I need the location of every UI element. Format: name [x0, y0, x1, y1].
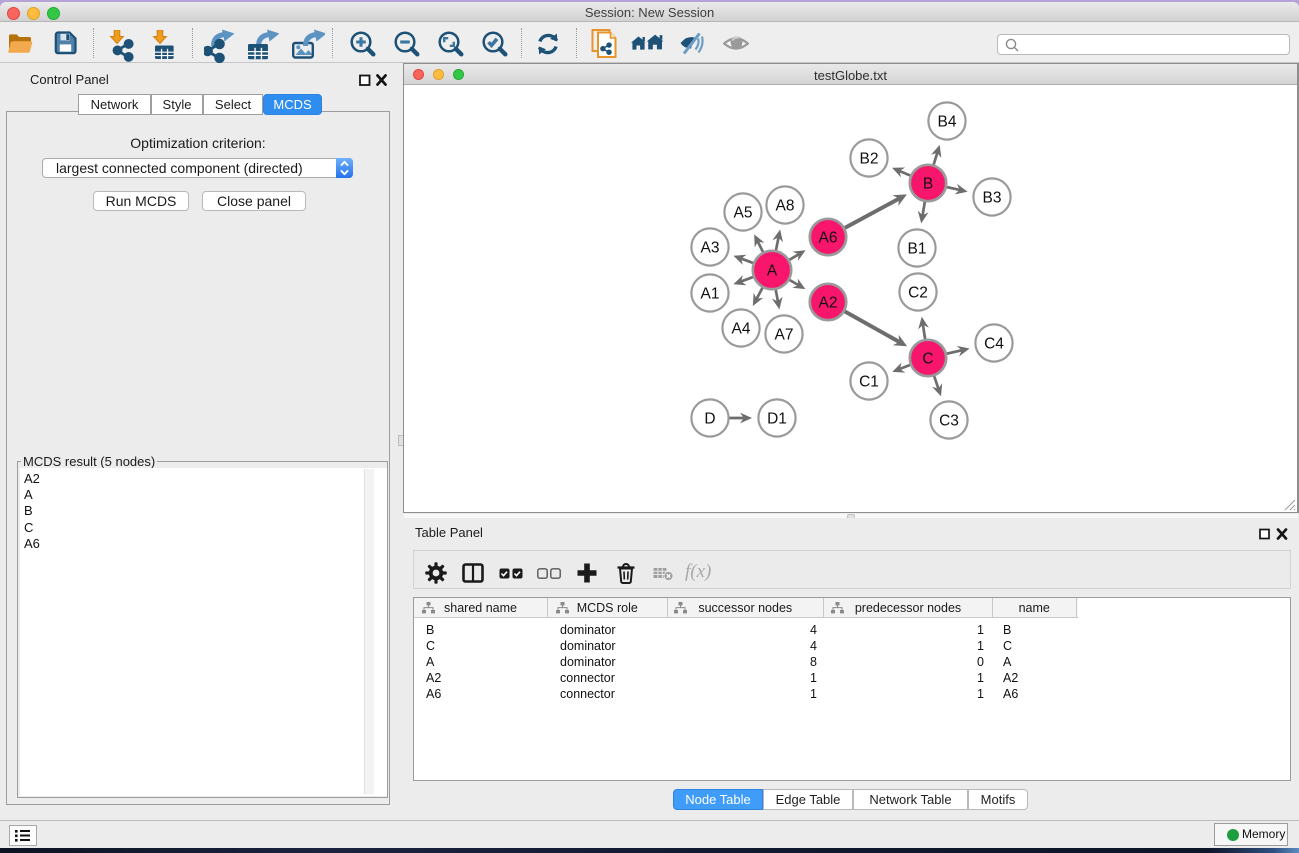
svg-text:B1: B1 [908, 241, 927, 258]
svg-text:A3: A3 [701, 240, 720, 257]
svg-text:B: B [923, 176, 933, 193]
svg-text:C1: C1 [859, 374, 879, 391]
svg-text:B2: B2 [860, 151, 879, 168]
svg-text:D: D [704, 411, 715, 428]
svg-text:A5: A5 [734, 205, 753, 222]
svg-text:A8: A8 [776, 198, 795, 215]
svg-text:A4: A4 [732, 321, 751, 338]
svg-text:A6: A6 [819, 230, 838, 247]
svg-text:C2: C2 [908, 285, 928, 302]
svg-text:B3: B3 [983, 190, 1002, 207]
svg-text:A: A [767, 263, 778, 280]
svg-text:C4: C4 [984, 336, 1004, 353]
svg-text:A1: A1 [701, 286, 720, 303]
svg-text:C: C [922, 351, 933, 368]
svg-text:C3: C3 [939, 413, 959, 430]
svg-text:A7: A7 [775, 327, 794, 344]
svg-text:D1: D1 [767, 411, 787, 428]
svg-text:B4: B4 [938, 114, 957, 131]
svg-text:A2: A2 [819, 295, 838, 312]
